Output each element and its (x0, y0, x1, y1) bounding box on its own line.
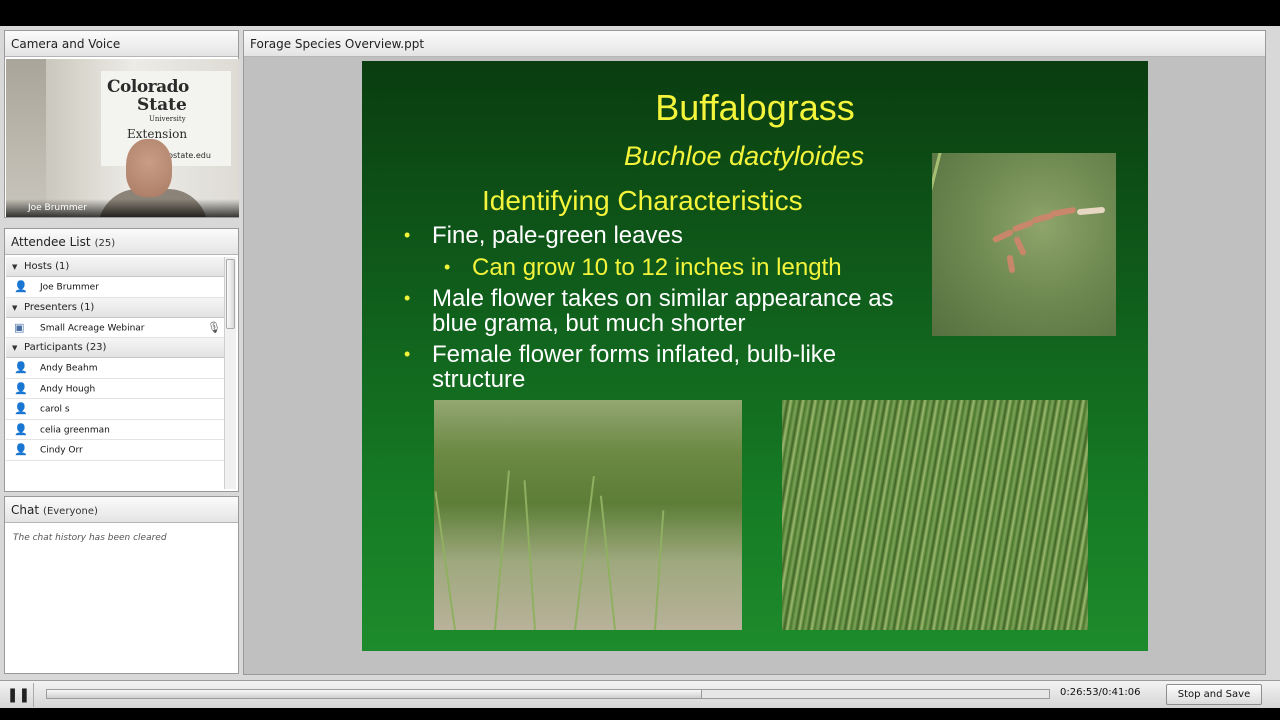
share-pod-title: Forage Species Overview.ppt (244, 31, 1265, 57)
attendee-row[interactable]: ▣ Small Acreage Webinar 🎙 (6, 318, 227, 338)
attendee-name: Andy Hough (40, 384, 96, 394)
attendee-name: Andy Beahm (40, 363, 98, 374)
participant-user-icon: 👤 (14, 381, 28, 395)
slide-bullet: • Male flower takes on similar appearance… (404, 285, 912, 337)
grass-stem (932, 153, 943, 336)
group-presenters[interactable]: ▼ Presenters (1) (6, 297, 227, 318)
attendee-row[interactable]: 👤 carol s (6, 399, 227, 420)
chat-pod: Chat (Everyone) The chat history has been… (4, 496, 239, 674)
presenter-name-label: Joe Brummer (6, 199, 239, 217)
group-hosts[interactable]: ▼ Hosts (1) (6, 257, 227, 277)
playback-bar: ❚❚ 0:26:53/0:41:06 Stop and Save (0, 680, 1280, 708)
seed-spikelet (1006, 254, 1016, 274)
group-label: Presenters (1) (24, 301, 95, 313)
bullet-text: Female flower forms inflated, bulb-like … (432, 341, 837, 393)
attendee-title: Attendee List (11, 235, 91, 249)
sign-line-1: Colorado (107, 77, 189, 97)
sign-line-4: Extension (127, 127, 188, 141)
seed-spikelet (1076, 206, 1106, 216)
scrollbar-thumb[interactable] (226, 259, 235, 329)
grass-blade (599, 495, 616, 630)
camera-background-wall (6, 59, 46, 217)
slide-bullet: • Fine, pale-green leaves (404, 222, 882, 249)
chat-scope: (Everyone) (43, 506, 98, 517)
sign-line-3: University (149, 115, 186, 123)
seedhead-photo (932, 153, 1116, 336)
collapse-arrow-icon[interactable]: ▼ (12, 257, 24, 277)
bullet-dot-icon: • (444, 257, 451, 277)
grass-blade (494, 470, 510, 630)
attendee-name: Small Acreage Webinar (40, 323, 145, 333)
bullet-dot-icon: • (404, 288, 411, 308)
pause-icon: ❚❚ (6, 687, 31, 703)
seed-spikelet (1013, 235, 1027, 257)
grass-blade (574, 476, 595, 630)
grass-blade (654, 510, 665, 630)
bullet-dot-icon: • (404, 344, 411, 364)
seed-spikelet (1049, 206, 1077, 218)
attendee-row[interactable]: 👤 celia greenman (6, 420, 227, 440)
attendee-pod-title: Attendee List (25) (5, 229, 238, 255)
chat-system-message: The chat history has been cleared (13, 533, 167, 543)
bullet-dot-icon: • (404, 225, 411, 245)
attendee-list-pod: Attendee List (25) ▼ Hosts (1) 👤 Joe Brumme… (4, 228, 239, 492)
group-label: Hosts (1) (24, 261, 70, 272)
slide-bullet: • Female flower forms inflated, bulb-like… (404, 341, 892, 393)
buffalograss-field-photo (434, 400, 742, 630)
group-label: Participants (23) (24, 342, 107, 353)
bullet-text: Can grow 10 to 12 inches in length (472, 254, 842, 281)
camera-voice-pod: Camera and Voice Colorado State Universi… (4, 30, 239, 218)
presenter-head (126, 139, 172, 197)
attendee-count: (25) (94, 238, 116, 249)
presenter-icon: ▣ (14, 320, 25, 334)
female-flower-photo (782, 400, 1088, 630)
participant-user-icon: 👤 (14, 361, 28, 374)
camera-video: Colorado State University Extension olos… (6, 59, 239, 217)
bullet-text: Male flower takes on similar appearance … (432, 285, 894, 337)
attendee-scrollbar[interactable] (224, 257, 236, 489)
chat-title: Chat (11, 503, 40, 517)
playback-scrubber[interactable] (46, 689, 1050, 699)
presentation-slide: Buffalograss Buchloe dactyloides Identif… (362, 61, 1148, 651)
sign-line-2: State (137, 95, 187, 115)
participant-user-icon: 👤 (14, 443, 28, 456)
attendee-name: carol s (40, 404, 70, 415)
playback-time: 0:26:53/0:41:06 (1060, 687, 1141, 698)
grass-blade (523, 480, 536, 630)
share-pod: Forage Species Overview.ppt Buffalograss… (243, 30, 1266, 675)
seed-spikelet (991, 228, 1015, 244)
bullet-text: Fine, pale-green leaves (432, 222, 683, 249)
attendee-row[interactable]: 👤 Andy Hough (6, 379, 227, 399)
attendee-row[interactable]: 👤 Joe Brummer (6, 277, 227, 298)
host-user-icon: 👤 (14, 280, 28, 293)
attendee-name: Joe Brummer (40, 282, 99, 293)
playback-progress (47, 690, 703, 698)
grass-blade (434, 491, 456, 630)
attendee-name: Cindy Orr (40, 445, 83, 456)
slide-latin-name: Buchloe dactyloides (624, 141, 865, 171)
attendee-name: celia greenman (40, 425, 110, 435)
attendee-row[interactable]: 👤 Cindy Orr (6, 440, 227, 461)
microphone-icon: 🎙 (207, 320, 221, 334)
pause-button[interactable]: ❚❚ (4, 683, 34, 707)
participant-user-icon: 👤 (14, 402, 28, 415)
camera-pod-title: Camera and Voice (5, 31, 238, 57)
stop-and-save-button[interactable]: Stop and Save (1166, 684, 1262, 705)
collapse-arrow-icon[interactable]: ▼ (12, 298, 24, 318)
slide-heading: Identifying Characteristics (482, 185, 803, 216)
attendee-row[interactable]: 👤 Andy Beahm (6, 358, 227, 379)
slide-title: Buffalograss (655, 87, 855, 128)
attendee-list: ▼ Hosts (1) 👤 Joe Brummer ▼ Presenters (1) … (6, 257, 227, 489)
slide-sub-bullet: • Can grow 10 to 12 inches in length (444, 254, 902, 281)
seed-spikelet (1011, 219, 1035, 233)
collapse-arrow-icon[interactable]: ▼ (12, 338, 24, 358)
participant-user-icon: 👤 (14, 422, 28, 436)
group-participants[interactable]: ▼ Participants (23) (6, 338, 227, 358)
chat-pod-title: Chat (Everyone) (5, 497, 238, 523)
app-frame: Camera and Voice Colorado State Universi… (0, 26, 1280, 708)
